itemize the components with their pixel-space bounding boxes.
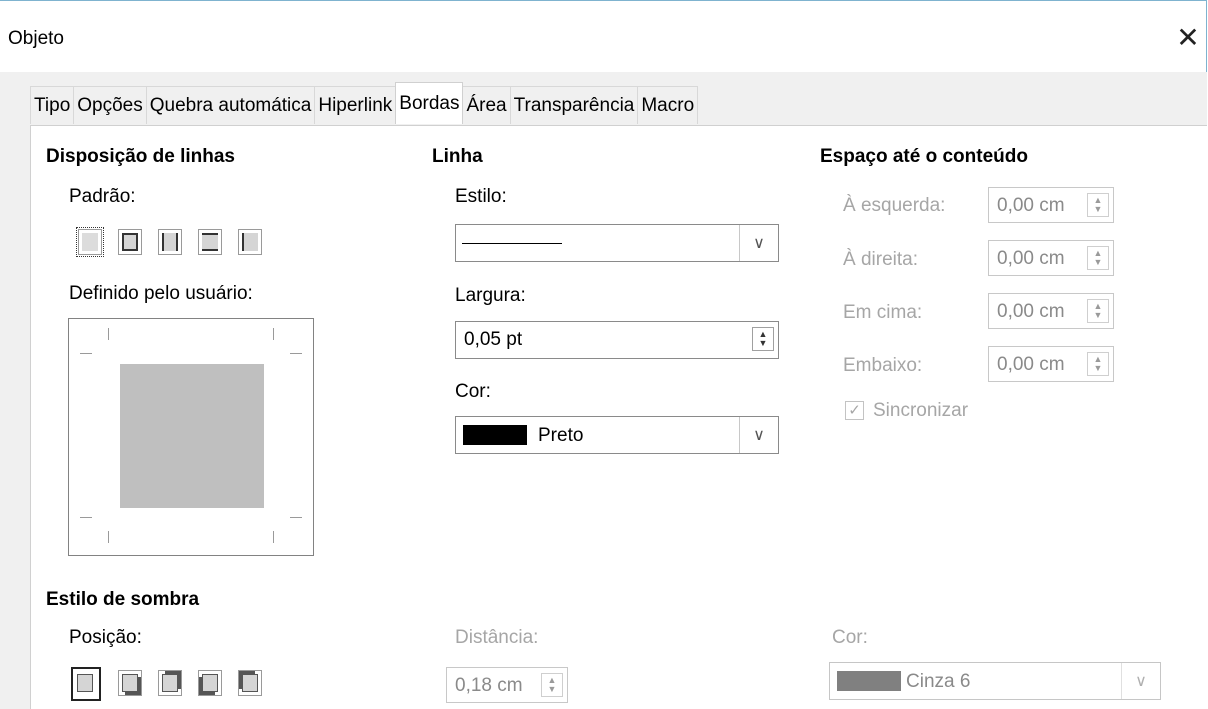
border-preview[interactable] <box>68 318 314 556</box>
line-arrangement-heading: Disposição de linhas <box>46 146 235 167</box>
tab-bordas[interactable]: Bordas <box>395 82 464 124</box>
padding-bottom-value: 0,00 cm <box>997 354 1065 375</box>
color-swatch <box>463 425 527 445</box>
spin-arrows-icon[interactable]: ▲ ▼ <box>1087 246 1109 270</box>
line-color-select[interactable]: Preto ∨ <box>455 416 779 454</box>
chevron-down-icon[interactable]: ∨ <box>739 417 778 453</box>
shadow-distance-spinner[interactable]: 0,18 cm ▲ ▼ <box>446 667 568 703</box>
border-top-bottom-icon[interactable] <box>198 229 222 255</box>
shadow-distance-label: Distância: <box>455 627 539 648</box>
line-heading: Linha <box>432 146 483 167</box>
border-left-icon[interactable] <box>238 229 262 255</box>
chevron-down-icon[interactable]: ∨ <box>739 225 778 261</box>
shadow-color-select[interactable]: Cinza 6 ∨ <box>829 662 1161 700</box>
padding-top-value: 0,00 cm <box>997 301 1065 322</box>
line-width-value: 0,05 pt <box>464 329 523 350</box>
shadow-position-label: Posição: <box>69 627 142 648</box>
spin-arrows-icon[interactable]: ▲ ▼ <box>541 673 563 697</box>
border-all-icon[interactable] <box>118 229 142 255</box>
tab-bar: Tipo Opções Quebra automática Hiperlink … <box>30 82 699 126</box>
tab-hiperlink[interactable]: Hiperlink <box>314 86 397 124</box>
shadow-distance-value: 0,18 cm <box>455 675 523 696</box>
tab-quebra-automatica[interactable]: Quebra automática <box>145 86 316 124</box>
tab-transparencia[interactable]: Transparência <box>509 86 639 124</box>
padding-left-label: À esquerda: <box>843 195 946 216</box>
color-swatch <box>837 671 901 691</box>
width-label: Largura: <box>455 285 526 306</box>
padding-top-spinner[interactable]: 0,00 cm ▲ ▼ <box>988 293 1114 329</box>
border-left-right-icon[interactable] <box>158 229 182 255</box>
sync-label: Sincronizar <box>873 400 969 421</box>
preview-content-box <box>120 364 264 508</box>
sync-checkbox[interactable]: ✓ <box>845 401 864 420</box>
shadow-bottom-left-icon[interactable] <box>198 670 222 696</box>
padding-left-spinner[interactable]: 0,00 cm ▲ ▼ <box>988 187 1114 223</box>
shadow-top-right-icon[interactable] <box>158 670 182 696</box>
shadow-color-label: Cor: <box>832 627 868 648</box>
user-defined-label: Definido pelo usuário: <box>69 283 253 304</box>
spin-arrows-icon[interactable]: ▲ ▼ <box>1087 193 1109 217</box>
close-icon[interactable]: ✕ <box>1172 20 1204 56</box>
tab-area[interactable]: Área <box>462 86 511 124</box>
spin-arrows-icon[interactable]: ▲ ▼ <box>752 327 774 351</box>
padding-left-value: 0,00 cm <box>997 195 1065 216</box>
line-style-sample <box>462 243 562 244</box>
padding-bottom-label: Embaixo: <box>843 355 923 376</box>
padding-right-spinner[interactable]: 0,00 cm ▲ ▼ <box>988 240 1114 276</box>
default-label: Padrão: <box>69 186 136 207</box>
padding-heading: Espaço até o conteúdo <box>820 146 1028 167</box>
border-none-icon[interactable] <box>76 227 104 257</box>
padding-bottom-spinner[interactable]: 0,00 cm ▲ ▼ <box>988 346 1114 382</box>
shadow-heading: Estilo de sombra <box>46 589 200 610</box>
tab-opcoes[interactable]: Opções <box>73 86 147 124</box>
line-width-spinner[interactable]: 0,05 pt ▲ ▼ <box>455 321 779 359</box>
shadow-none-icon[interactable] <box>71 667 101 701</box>
color-label: Cor: <box>455 381 491 402</box>
spin-arrows-icon[interactable]: ▲ ▼ <box>1087 352 1109 376</box>
padding-right-label: À direita: <box>843 249 918 270</box>
line-color-value: Preto <box>538 425 584 446</box>
chevron-down-icon[interactable]: ∨ <box>1121 663 1160 699</box>
padding-right-value: 0,00 cm <box>997 248 1065 269</box>
dialog-title: Objeto <box>8 28 64 49</box>
tab-macro[interactable]: Macro <box>637 86 699 124</box>
padding-top-label: Em cima: <box>843 302 923 323</box>
tab-tipo[interactable]: Tipo <box>30 86 75 124</box>
line-style-select[interactable]: ∨ <box>455 224 779 262</box>
shadow-color-value: Cinza 6 <box>906 671 971 692</box>
style-label: Estilo: <box>455 186 507 207</box>
spin-arrows-icon[interactable]: ▲ ▼ <box>1087 299 1109 323</box>
shadow-top-left-icon[interactable] <box>238 670 262 696</box>
shadow-bottom-right-icon[interactable] <box>118 670 142 696</box>
